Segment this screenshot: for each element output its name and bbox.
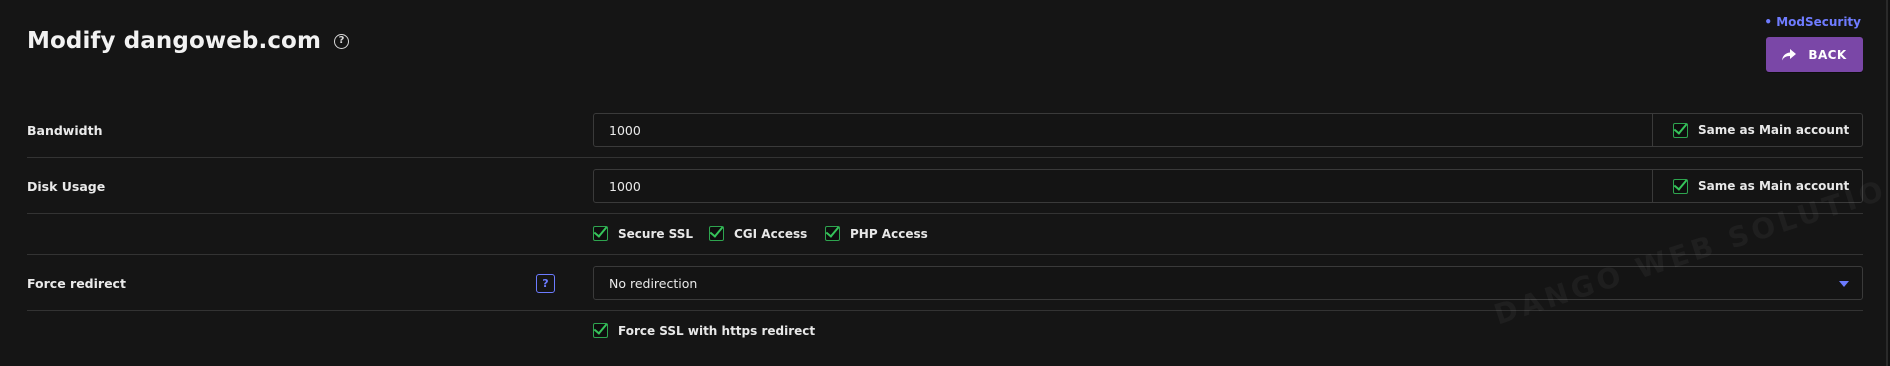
bandwidth-same-label: Same as Main account	[1698, 123, 1850, 137]
secure-ssl-label: Secure SSL	[618, 226, 694, 241]
disk-usage-label: Disk Usage	[27, 179, 106, 194]
page-header: Modify dangoweb.com ?	[27, 28, 350, 54]
force-redirect-value: No redirection	[609, 275, 698, 291]
php-access-option[interactable]: PHP Access	[825, 226, 928, 241]
back-button[interactable]: BACK	[1766, 37, 1863, 72]
bandwidth-same-as-main[interactable]: Same as Main account	[1652, 113, 1863, 147]
modify-domain-panel: Modify dangoweb.com ? • ModSecurity BACK…	[0, 0, 1888, 366]
force-redirect-label: Force redirect	[27, 276, 126, 291]
bandwidth-label: Bandwidth	[27, 123, 103, 138]
divider	[27, 213, 1863, 214]
divider	[27, 310, 1863, 311]
question-icon[interactable]: ?	[536, 274, 555, 293]
help-icon[interactable]: ?	[334, 33, 350, 49]
back-button-label: BACK	[1808, 47, 1847, 62]
disk-usage-input[interactable]: 1000	[593, 169, 1653, 203]
php-access-label: PHP Access	[850, 226, 928, 241]
bandwidth-same-checkbox[interactable]	[1673, 122, 1688, 138]
cgi-access-checkbox[interactable]	[709, 226, 724, 241]
divider	[27, 157, 1863, 158]
cgi-access-label: CGI Access	[734, 226, 808, 241]
disk-usage-same-checkbox[interactable]	[1673, 178, 1688, 194]
force-ssl-label: Force SSL with https redirect	[618, 323, 816, 338]
modsecurity-link[interactable]: • ModSecurity	[1764, 15, 1861, 29]
secure-ssl-option[interactable]: Secure SSL	[593, 226, 693, 241]
caret-down-icon	[1839, 281, 1849, 287]
cgi-access-option[interactable]: CGI Access	[709, 226, 807, 241]
divider	[27, 254, 1863, 255]
force-ssl-option[interactable]: Force SSL with https redirect	[593, 323, 815, 338]
bandwidth-input[interactable]: 1000	[593, 113, 1653, 147]
force-ssl-checkbox[interactable]	[593, 323, 608, 338]
secure-ssl-checkbox[interactable]	[593, 226, 608, 241]
page-title: Modify dangoweb.com	[27, 28, 322, 54]
php-access-checkbox[interactable]	[825, 226, 840, 241]
share-arrow-icon	[1782, 48, 1797, 60]
